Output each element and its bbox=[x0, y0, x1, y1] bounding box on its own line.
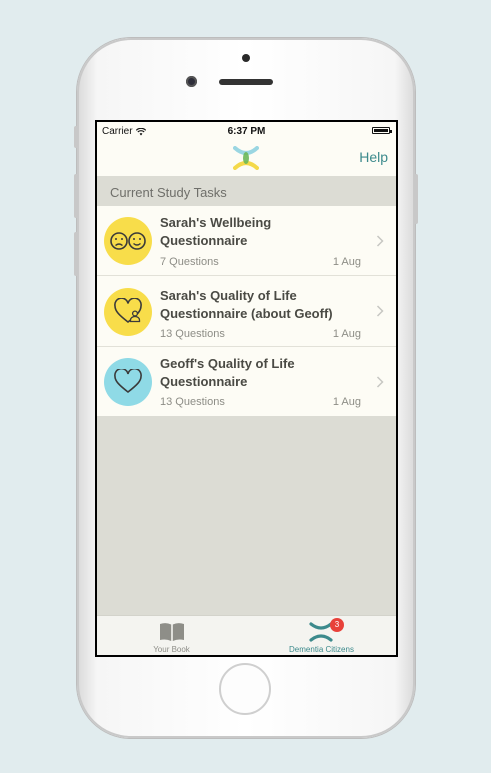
screen: Carrier 6:37 PM Help Current Study Tasks bbox=[95, 120, 398, 657]
heart-person-icon bbox=[114, 298, 142, 324]
navigation-bar: Help bbox=[97, 140, 396, 176]
section-title: Current Study Tasks bbox=[110, 185, 227, 200]
chevron-right-icon bbox=[376, 376, 384, 388]
task-date: 1 Aug bbox=[332, 328, 361, 340]
task-question-count: 7 Questions bbox=[160, 256, 219, 268]
app-screen: Carrier 6:37 PM Help Current Study Tasks bbox=[97, 122, 396, 655]
power-button bbox=[414, 174, 418, 224]
tab-label: Your Book bbox=[153, 645, 190, 654]
task-question-count: 13 Questions bbox=[160, 396, 225, 408]
book-icon bbox=[160, 623, 184, 641]
tab-your-book[interactable]: Your Book bbox=[97, 616, 246, 655]
section-header: Current Study Tasks bbox=[97, 176, 396, 206]
volume-up-button bbox=[74, 174, 78, 218]
chevron-right-icon bbox=[376, 305, 384, 317]
dementia-citizens-logo-icon bbox=[233, 146, 259, 170]
front-sensor bbox=[242, 54, 250, 62]
task-icon-circle bbox=[104, 288, 152, 336]
list-item[interactable]: Sarah's Quality of Life Questionnaire (a… bbox=[97, 276, 396, 347]
list-item[interactable]: Sarah's Wellbeing Questionnaire 7 Questi… bbox=[97, 206, 396, 276]
task-icon-circle bbox=[104, 217, 152, 265]
list-item[interactable]: Geoff's Quality of Life Questionnaire 13… bbox=[97, 347, 396, 416]
chevron-right-icon bbox=[376, 235, 384, 247]
tab-bar: Your Book 3 Dementia Citizens bbox=[97, 615, 396, 655]
task-title: Geoff's Quality of Life Questionnaire bbox=[160, 356, 295, 389]
home-button[interactable] bbox=[219, 663, 271, 715]
notification-badge: 3 bbox=[330, 618, 344, 632]
task-date: 1 Aug bbox=[332, 256, 361, 268]
mute-switch bbox=[74, 126, 78, 148]
help-button[interactable]: Help bbox=[359, 149, 388, 165]
tab-dementia-citizens[interactable]: 3 Dementia Citizens bbox=[247, 616, 396, 655]
task-title: Sarah's Wellbeing Questionnaire bbox=[160, 215, 272, 248]
faces-icon bbox=[110, 232, 146, 250]
volume-down-button bbox=[74, 232, 78, 276]
task-title: Sarah's Quality of Life Questionnaire (a… bbox=[160, 288, 333, 321]
task-question-count: 13 Questions bbox=[160, 328, 225, 340]
task-icon-circle bbox=[104, 358, 152, 406]
earpiece-speaker bbox=[219, 79, 273, 85]
battery-icon bbox=[372, 127, 392, 134]
status-bar: Carrier 6:37 PM bbox=[97, 122, 396, 140]
tab-label: Dementia Citizens bbox=[289, 645, 354, 654]
heart-icon bbox=[114, 369, 142, 394]
task-date: 1 Aug bbox=[332, 396, 361, 408]
front-camera bbox=[186, 76, 197, 87]
task-list: Sarah's Wellbeing Questionnaire 7 Questi… bbox=[97, 206, 396, 416]
status-time: 6:37 PM bbox=[227, 126, 266, 137]
